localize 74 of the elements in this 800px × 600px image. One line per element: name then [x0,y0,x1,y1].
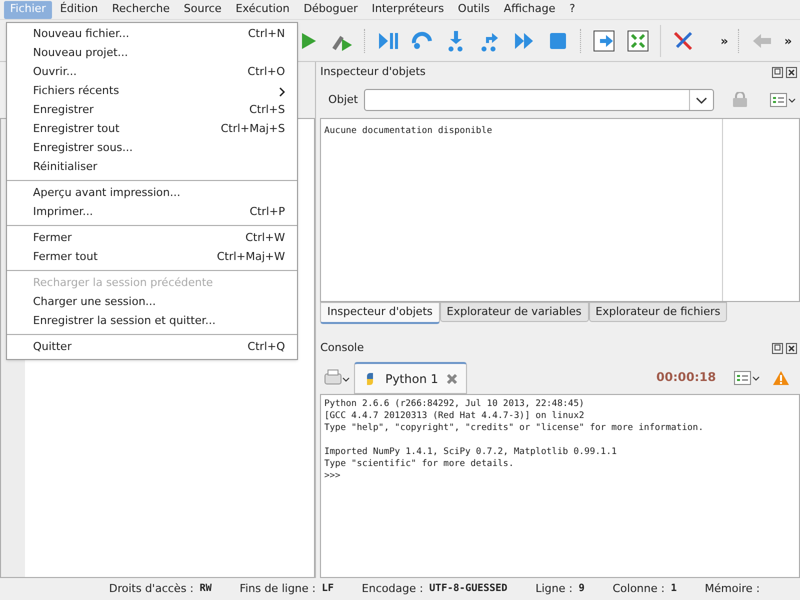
menu-item[interactable]: Déboguer [298,0,364,18]
menu-item[interactable]: Nouveau projet... [7,44,297,63]
menu-item[interactable]: ? [563,0,582,18]
options-icon[interactable] [734,370,760,386]
tab[interactable]: Explorateur de fichiers [588,302,728,322]
shortcut: Ctrl+W [245,230,285,246]
status-label: Droits d'accès : [109,580,194,597]
menu-item[interactable]: Enregistrer Ctrl+S [7,101,297,120]
menu-item[interactable]: Aperçu avant impression... [7,184,297,203]
status-label: Fins de ligne : [240,580,316,597]
console-line: [GCC 4.4.7 20120313 (Red Hat 4.4.7-3)] on linux2 [324,410,586,422]
maximize-icon[interactable] [626,28,650,52]
menu-item[interactable]: Enregistrer la session et quitter... [7,312,297,331]
field-label: Objet [328,92,358,108]
menu-item[interactable]: Quitter Ctrl+Q [7,338,297,357]
console-line: Imported NumPy 1.4.1, SciPy 0.7.2, Matplotlib 0.99.1.1 [324,446,618,458]
menu-item[interactable]: Outils [452,0,496,18]
menu-item[interactable]: Fichiers récents [7,82,297,101]
tab[interactable]: Explorateur de variables [440,302,589,322]
close-icon[interactable] [786,66,797,78]
console-line: >>> [324,470,342,482]
pane-title: Inspecteur d'objets [320,64,426,80]
tab-label: Python 1 [385,370,438,388]
pane-title: Console [320,340,364,356]
warning-icon[interactable] [772,370,790,386]
lock-icon[interactable] [732,92,748,108]
shortcut: Ctrl+S [249,102,285,118]
menu-item[interactable]: Ouvrir... Ctrl+O [7,63,297,82]
shortcut: Ctrl+O [248,64,285,80]
menu-item[interactable]: Édition [54,0,104,18]
status-label: Encodage : [362,580,424,597]
status-label: Colonne : [612,580,665,597]
menu-item[interactable]: Enregistrer sous... [7,139,297,158]
shortcut: Ctrl+Maj+S [220,121,285,138]
status-value: UTF-8-GUESSED [429,582,508,596]
console-output[interactable] [320,394,800,578]
overflow-button[interactable]: » [720,32,728,50]
menu-item[interactable]: Recherche [106,0,176,18]
menu-item[interactable]: Enregistrer tout Ctrl+Maj+S [7,120,297,139]
undock-icon[interactable] [772,66,783,78]
menu-item[interactable]: Affichage [498,0,562,18]
overflow-button[interactable]: » [784,32,792,50]
close-icon[interactable] [786,342,797,354]
shortcut: Ctrl+Q [248,339,285,356]
timer: 00:00:18 [656,369,716,386]
status-label: Mémoire : [704,580,760,597]
status-value: 9 [578,582,585,596]
console-line: Type "scientific" for more details. [324,458,515,470]
console-line: Type "help", "copyright", "credits" or "license" for more information. [324,422,705,434]
menu-item[interactable]: Exécution [230,0,296,18]
tab[interactable]: Inspecteur d'objets [320,302,440,324]
documentation-text: Aucune documentation disponible [324,126,492,136]
menu-item[interactable]: Réinitialiser [7,158,297,177]
menu-item[interactable]: Fermer tout Ctrl+Maj+W [7,248,297,267]
status-value: 1 [670,582,677,596]
menu-item[interactable]: Interpréteurs [366,0,450,18]
object-combo-box[interactable] [364,89,714,111]
status-value: LF [322,582,334,596]
undock-icon[interactable] [772,342,783,354]
close-tab-icon[interactable] [446,372,458,384]
menu-item[interactable]: Fermer Ctrl+W [7,229,297,248]
menu-item[interactable]: Nouveau fichier... Ctrl+N [7,25,297,44]
status-label: Ligne : [535,580,573,597]
shortcut: Ctrl+P [250,204,285,220]
menu-item[interactable]: Source [178,0,228,18]
shortcut: Ctrl+Maj+W [216,249,285,266]
shortcut: Ctrl+N [248,26,285,42]
menu-item[interactable]: Charger une session... [7,293,297,312]
options-icon[interactable] [770,92,796,108]
console-tab[interactable]: Python 1 [354,362,468,394]
menu-item[interactable]: Imprimer... Ctrl+P [7,203,297,222]
console-line: Python 2.6.6 (r266:84292, Jul 10 2013, 22:48:45) [324,398,586,410]
status-value: RW [200,582,212,596]
exit-icon[interactable] [592,28,616,52]
